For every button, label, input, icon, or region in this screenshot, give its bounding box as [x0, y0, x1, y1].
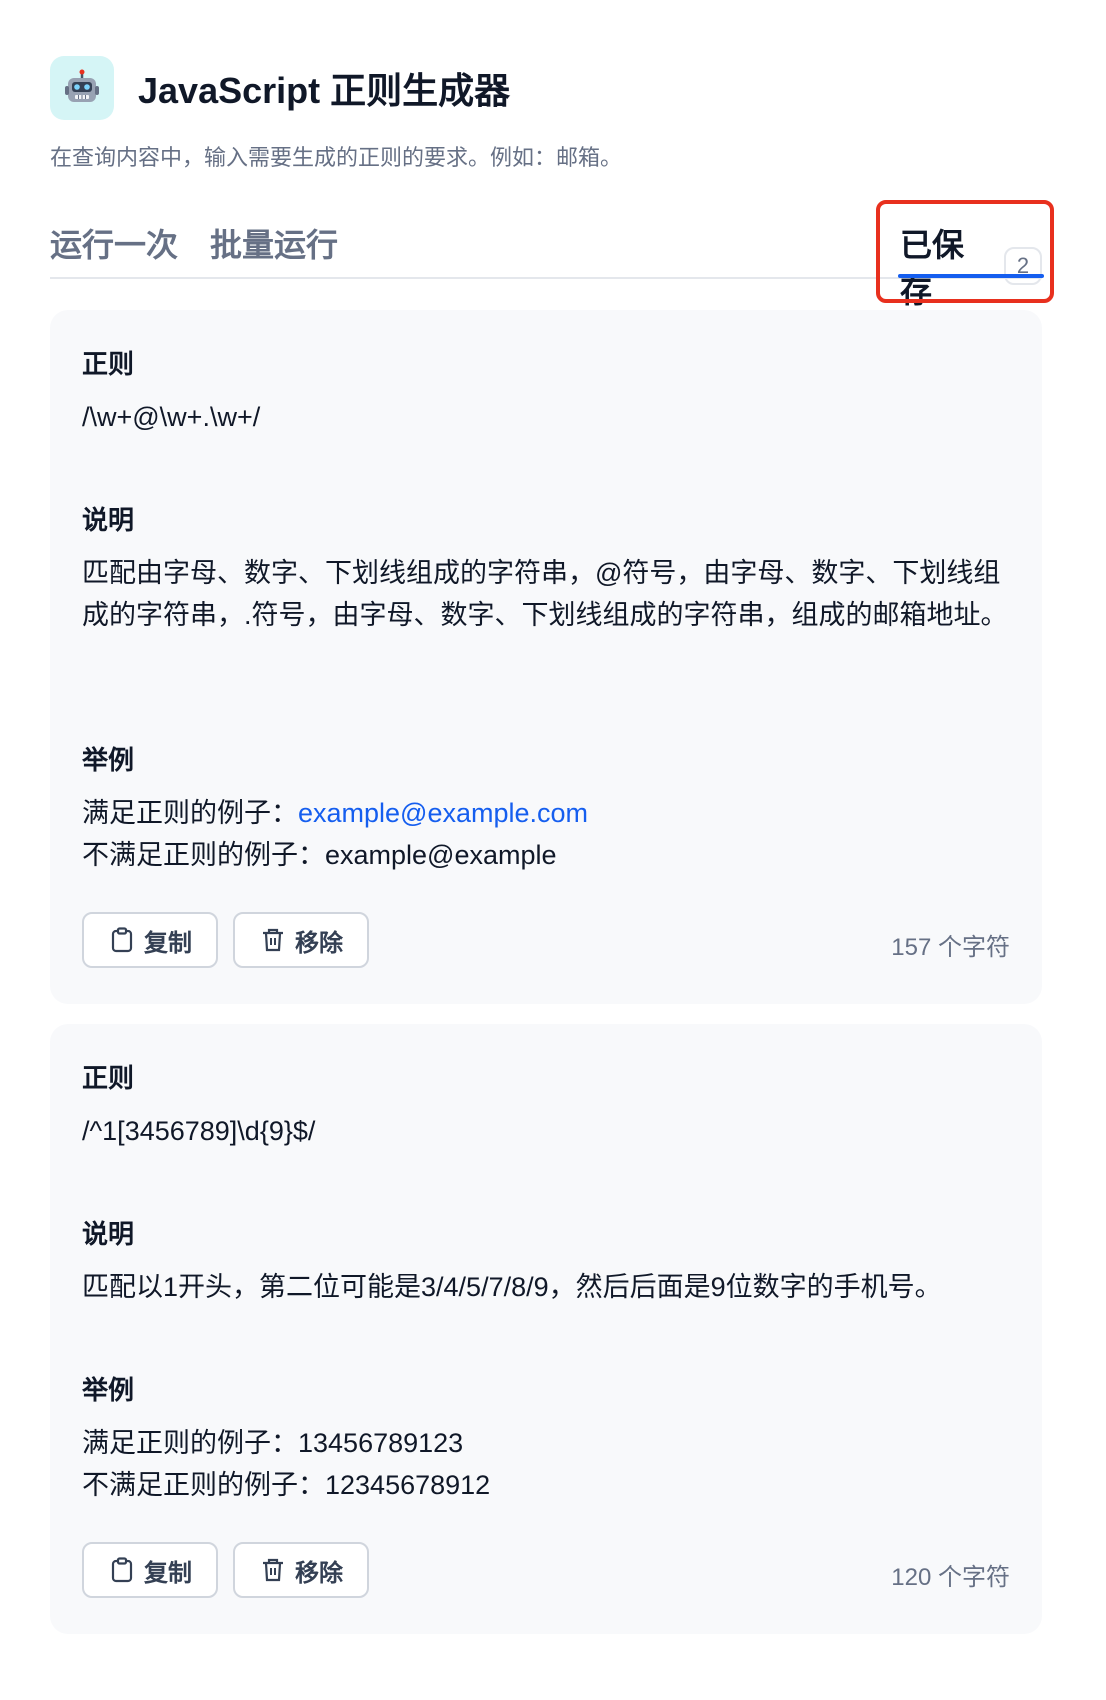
- remove-button[interactable]: 移除: [233, 1542, 369, 1598]
- remove-button-label: 移除: [295, 929, 343, 957]
- clipboard-icon: [111, 927, 133, 953]
- saved-item-card: 正则 /^1[3456789]\d{9}$/ 说明 匹配以1开头，第二位可能是3…: [50, 1024, 1042, 1634]
- nomatch-example: 不满足正则的例子：example@example: [82, 834, 1012, 876]
- example-block: 满足正则的例子：example@example.com 不满足正则的例子：exa…: [82, 792, 1012, 876]
- nomatch-example-prefix: 不满足正则的例子：: [82, 840, 325, 870]
- page: JavaScript 正则生成器 在查询内容中，输入需要生成的正则的要求。例如：…: [0, 0, 1106, 1700]
- copy-button[interactable]: 复制: [82, 1542, 218, 1598]
- char-count: 120 个字符: [891, 1564, 1010, 1591]
- match-example-link[interactable]: example@example.com: [298, 798, 588, 828]
- nomatch-example-prefix: 不满足正则的例子：: [82, 1470, 325, 1500]
- robot-icon: [50, 56, 114, 120]
- regex-label: 正则: [82, 1063, 135, 1093]
- regex-label: 正则: [82, 349, 135, 379]
- nomatch-example-value: 12345678912: [325, 1470, 491, 1500]
- tab-batch-run[interactable]: 批量运行: [210, 220, 338, 266]
- match-example: 满足正则的例子：example@example.com: [82, 792, 1012, 834]
- match-example-prefix: 满足正则的例子：: [82, 798, 298, 828]
- match-example-value: 13456789123: [298, 1428, 464, 1458]
- remove-button[interactable]: 移除: [233, 912, 369, 968]
- match-example-prefix: 满足正则的例子：: [82, 1428, 298, 1458]
- nomatch-example-value: example@example: [325, 840, 557, 870]
- description-label: 说明: [82, 505, 135, 535]
- example-block: 满足正则的例子：13456789123 不满足正则的例子：12345678912: [82, 1422, 1012, 1506]
- trash-icon: [263, 1558, 283, 1582]
- description-label: 说明: [82, 1219, 135, 1249]
- copy-button-label: 复制: [144, 1559, 192, 1587]
- match-example: 满足正则的例子：13456789123: [82, 1422, 1012, 1464]
- app-header: JavaScript 正则生成器: [50, 56, 510, 120]
- copy-button-label: 复制: [144, 929, 192, 957]
- example-label: 举例: [82, 1375, 135, 1405]
- description-text: 匹配以1开头，第二位可能是3/4/5/7/8/9，然后后面是9位数字的手机号。: [82, 1272, 942, 1302]
- saved-item-card: 正则 /\w+@\w+.\w+/ 说明 匹配由字母、数字、下划线组成的字符串，@…: [50, 310, 1042, 1004]
- description-text: 匹配由字母、数字、下划线组成的字符串，@符号，由字母、数字、下划线组成的字符串，…: [82, 558, 1008, 630]
- tab-run-once[interactable]: 运行一次: [50, 220, 178, 266]
- remove-button-label: 移除: [295, 1559, 343, 1587]
- regex-value: /\w+@\w+.\w+/: [82, 402, 261, 432]
- char-count: 157 个字符: [891, 934, 1010, 961]
- clipboard-icon: [111, 1557, 133, 1583]
- copy-button[interactable]: 复制: [82, 912, 218, 968]
- nomatch-example: 不满足正则的例子：12345678912: [82, 1464, 1012, 1506]
- regex-value: /^1[3456789]\d{9}$/: [82, 1116, 316, 1146]
- app-description: 在查询内容中，输入需要生成的正则的要求。例如：邮箱。: [50, 145, 623, 170]
- trash-icon: [263, 928, 283, 952]
- highlight-box: [876, 200, 1054, 303]
- app-title: JavaScript 正则生成器: [138, 70, 511, 111]
- example-label: 举例: [82, 745, 135, 775]
